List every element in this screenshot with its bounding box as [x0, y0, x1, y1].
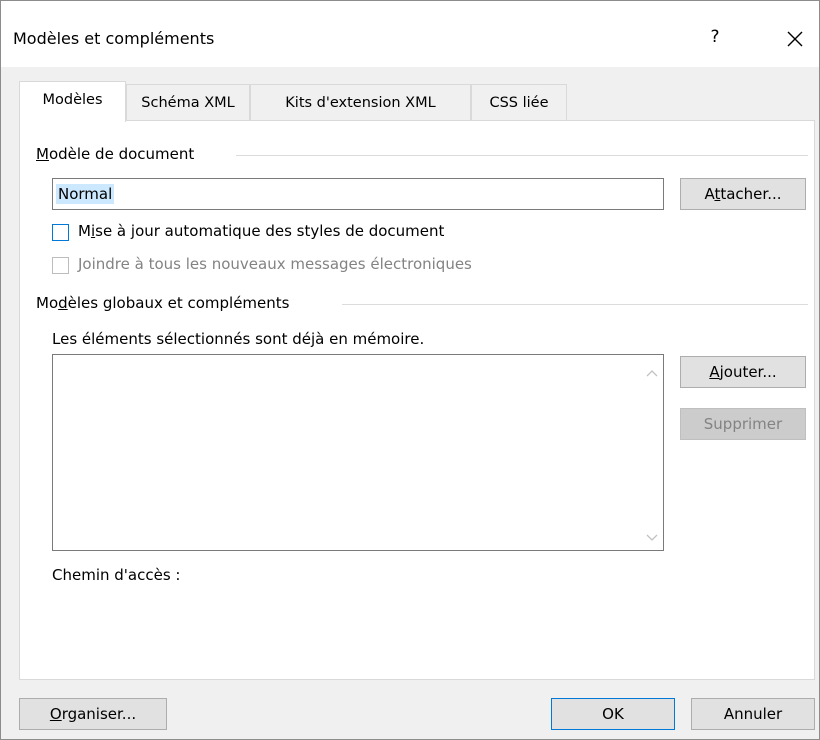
- tab-panel-modeles: Modèle de document Normal Attacher... Mi…: [19, 120, 815, 680]
- help-button[interactable]: ?: [701, 27, 729, 51]
- global-templates-group-label: Modèles globaux et compléments: [36, 294, 290, 312]
- path-label: Chemin d'accès :: [52, 566, 181, 584]
- auto-update-styles-label[interactable]: Mise à jour automatique des styles de do…: [78, 222, 444, 240]
- attach-button[interactable]: Attacher...: [680, 178, 806, 210]
- document-template-group-label: Modèle de document: [36, 145, 195, 163]
- tab-schema-xml[interactable]: Schéma XML: [126, 84, 250, 120]
- tab-xml-expansion-packs[interactable]: Kits d'extension XML: [250, 84, 471, 120]
- attach-to-email-checkbox[interactable]: [52, 257, 69, 274]
- group-divider: [342, 304, 808, 305]
- ok-button[interactable]: OK: [551, 698, 675, 730]
- remove-button[interactable]: Supprimer: [680, 408, 806, 440]
- auto-update-styles-checkbox[interactable]: [52, 224, 69, 241]
- tab-linked-css[interactable]: CSS liée: [471, 84, 567, 120]
- dialog-title: Modèles et compléments: [13, 29, 215, 48]
- document-template-input[interactable]: Normal: [52, 178, 664, 210]
- tab-modeles[interactable]: Modèles: [19, 81, 126, 122]
- loaded-items-hint: Les éléments sélectionnés sont déjà en m…: [52, 330, 425, 348]
- group-divider: [236, 155, 808, 156]
- organize-button[interactable]: Organiser...: [19, 698, 167, 730]
- attach-to-email-label: Joindre à tous les nouveaux messages éle…: [78, 255, 472, 273]
- add-button[interactable]: Ajouter...: [680, 356, 806, 388]
- global-templates-list[interactable]: [52, 354, 664, 551]
- scroll-down-icon[interactable]: [645, 530, 659, 542]
- close-icon[interactable]: [781, 25, 809, 53]
- cancel-button[interactable]: Annuler: [691, 698, 815, 730]
- templates-addins-dialog: Modèles et compléments ? Modèles Schéma …: [0, 0, 820, 740]
- document-template-value: Normal: [56, 184, 115, 204]
- scroll-up-icon[interactable]: [645, 365, 659, 377]
- title-bar: Modèles et compléments ?: [1, 1, 819, 67]
